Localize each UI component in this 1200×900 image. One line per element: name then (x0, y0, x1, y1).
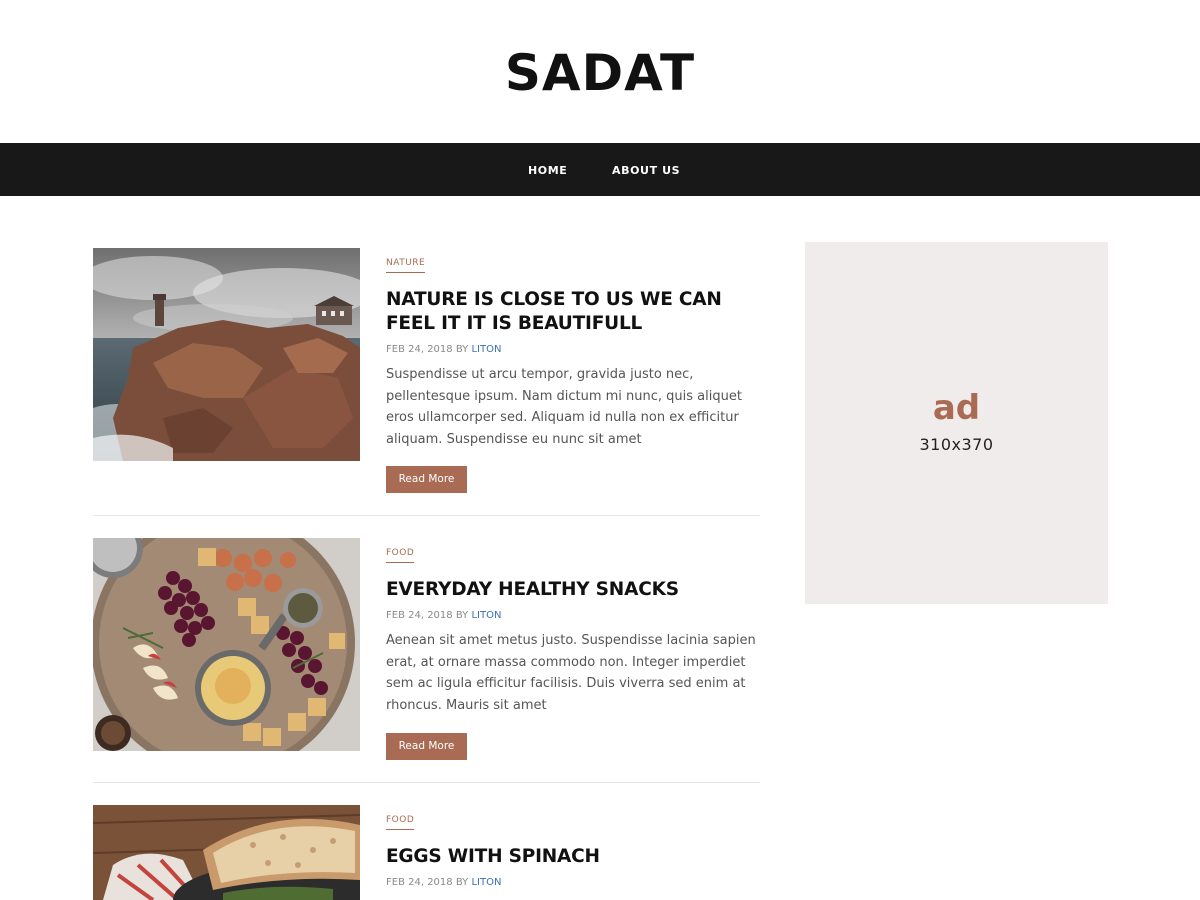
snack-board-image (93, 538, 360, 751)
sidebar-ad-placeholder[interactable]: ad 310x370 (805, 242, 1108, 604)
post-author-link[interactable]: LITON (471, 877, 501, 888)
post-author-link[interactable]: LITON (471, 344, 501, 355)
post-by: BY (455, 610, 469, 621)
post-category[interactable]: NATURE (386, 258, 426, 273)
post-by: BY (455, 877, 469, 888)
post-divider (93, 782, 760, 783)
post-category[interactable]: FOOD (386, 548, 415, 563)
post-divider (93, 515, 760, 516)
post-thumbnail-snack-board[interactable] (93, 538, 360, 751)
post-author-link[interactable]: LITON (471, 610, 501, 621)
post-thumbnail-toast-bread[interactable] (93, 805, 360, 900)
post-title[interactable]: EVERYDAY HEALTHY SNACKS (386, 578, 762, 602)
post-category[interactable]: FOOD (386, 815, 415, 830)
post-meta: FEB 24, 2018 BY LITON (386, 610, 501, 622)
post-date: FEB 24, 2018 (386, 877, 453, 888)
post-date: FEB 24, 2018 (386, 610, 453, 621)
coastal-rocks-image (93, 248, 360, 461)
nav-item-about-us[interactable]: ABOUT US (612, 143, 680, 196)
post-by: BY (455, 344, 469, 355)
ad-label: ad (932, 388, 981, 428)
post-thumbnail-coastal-rocks[interactable] (93, 248, 360, 461)
read-more-button[interactable]: Read More (386, 733, 467, 760)
site-header: SADAT (0, 0, 1200, 143)
post-title[interactable]: EGGS WITH SPINACH (386, 845, 762, 869)
post-excerpt: Aenean sit amet metus justo. Suspendisse… (386, 633, 756, 713)
post-date: FEB 24, 2018 (386, 344, 453, 355)
nav-item-home[interactable]: HOME (528, 143, 567, 196)
post-meta: FEB 24, 2018 BY LITON (386, 344, 501, 356)
post-title[interactable]: NATURE IS CLOSE TO US WE CAN FEEL IT IT … (386, 288, 762, 336)
ad-size-label: 310x370 (919, 435, 994, 454)
read-more-button[interactable]: Read More (386, 466, 467, 493)
main-nav: HOME ABOUT US (0, 143, 1200, 196)
site-title[interactable]: SADAT (0, 40, 1200, 106)
post-excerpt: Suspendisse ut arcu tempor, gravida just… (386, 367, 742, 447)
post-meta: FEB 24, 2018 BY LITON (386, 877, 501, 889)
toast-bread-image (93, 805, 360, 900)
